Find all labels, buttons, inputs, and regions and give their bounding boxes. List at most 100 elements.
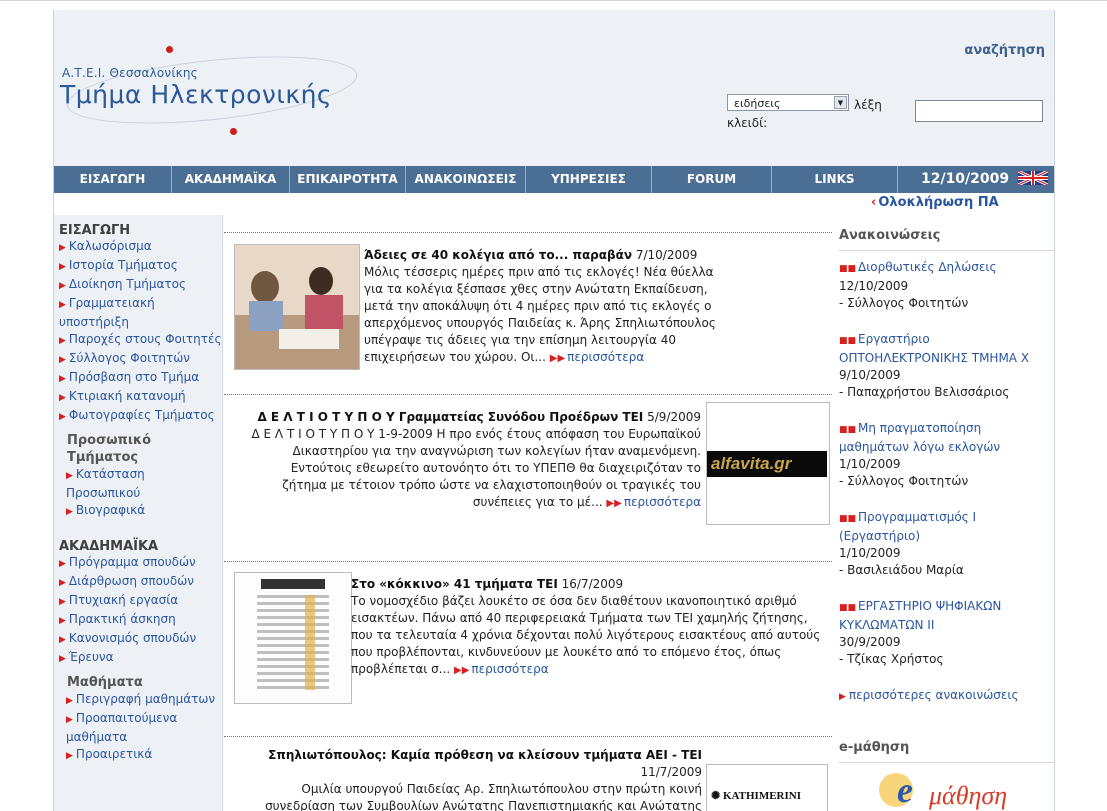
nav-item-forum[interactable]: FORUM (652, 166, 772, 193)
sidebar-link[interactable]: ▶ Διοίκηση Τμήματος (54, 276, 222, 295)
arrow-icon: ▶ (66, 751, 73, 761)
article: Άδειες σε 40 κολέγια από το... παραβάν 7… (364, 247, 716, 367)
announcement-date: 1/10/2009 (839, 546, 901, 560)
search-input[interactable] (915, 100, 1043, 122)
announcement-link[interactable]: ■■ Διορθωτικές Δηλώσεις (839, 260, 997, 274)
double-arrow-icon: ▶▶ (606, 498, 622, 509)
newspaper-table-icon (257, 579, 329, 690)
logo-dot-bottom (230, 128, 237, 135)
sidebar-link[interactable]: ▶ Έρευνα (54, 649, 222, 668)
sidebar-heading-academic: ΑΚΑΔΗΜΑΪΚΑ (59, 539, 159, 554)
arrow-icon: ▶ (59, 578, 66, 588)
elearning-banner[interactable]: e μάθηση (839, 763, 1054, 811)
sidebar-link[interactable]: ▶ Κατάσταση Προσωπικού (54, 466, 222, 502)
sidebar-link[interactable]: ▶ Ιστορία Τμήματος (54, 257, 222, 276)
article-body: Μόλις τέσσερις ημέρες πριν από τις εκλογ… (364, 265, 716, 364)
nav-item-announcements[interactable]: ΑΝΑΚΟΙΝΩΣΕΙΣ (406, 166, 526, 193)
bullet-icon: ■■ (839, 336, 857, 346)
sidebar-link[interactable]: ▶ Διάρθρωση σπουδών (54, 573, 222, 592)
logo-dot-top (166, 46, 173, 53)
ticker-arrow-icon: ‹ (871, 195, 877, 210)
announcement-author: - Βασιλειάδου Μαρία (839, 563, 964, 577)
sidebar-link[interactable]: ▶ Βιογραφικά (54, 502, 222, 521)
article-thumbnail[interactable]: alfavita.gr (706, 402, 830, 525)
page-frame: Α.Τ.Ε.Ι. Θεσσαλονίκης Τμήμα Ηλεκτρονικής… (53, 10, 1055, 811)
sidebar-link[interactable]: ▶ Φωτογραφίες Τμήματος (54, 407, 222, 426)
article-body: Το νομοσχέδιο βάζει λουκέτο σε όσα δεν δ… (351, 594, 821, 676)
sidebar-link[interactable]: ▶ Σύλλογος Φοιτητών (54, 350, 222, 369)
arrow-icon: ▶ (59, 262, 66, 272)
top-border (0, 0, 1107, 1)
more-announcements-link[interactable]: ▶ περισσότερες ανακοινώσεις (839, 687, 1054, 706)
article-title[interactable]: Στο «κόκκινο» 41 τμήματα ΤΕΙ (351, 577, 558, 591)
arrow-icon: ▶ (59, 559, 66, 569)
arrow-icon: ▶ (66, 471, 73, 481)
uk-flag-icon[interactable] (1018, 171, 1048, 185)
article-title[interactable]: Άδειες σε 40 κολέγια από το... παραβάν (364, 248, 632, 262)
logo-institution: Α.Τ.Ε.Ι. Θεσσαλονίκης (62, 66, 198, 80)
announcement-link[interactable]: ■■ Προγραμματισμός Ι (Εργαστήριο) (839, 510, 976, 543)
nav-item-links[interactable]: LINKS (772, 166, 898, 193)
article-date: 7/10/2009 (635, 248, 698, 262)
announcement-link[interactable]: ■■ Εργαστήριο ΟΠΤΟΗΛΕΚΤΡΟΝΙΚΗΣ ΤΜΗΜΑ Χ (839, 332, 1029, 365)
arrow-icon: ▶ (66, 715, 73, 725)
nav-item-intro[interactable]: ΕΙΣΑΓΩΓΗ (54, 166, 172, 193)
sidebar-link[interactable]: ▶ Παροχές στους Φοιτητές (54, 331, 222, 350)
double-arrow-icon: ▶▶ (549, 353, 566, 364)
search-category-select[interactable]: ειδήσεις ▼ (727, 94, 849, 111)
more-link[interactable]: ▶▶ περισσότερα (454, 662, 549, 676)
sidebar-link[interactable]: ▶ Προαπαιτούμενα μαθήματα (54, 710, 222, 746)
sidebar-link[interactable]: ▶ Πρόγραμμα σπουδών (54, 554, 222, 573)
sidebar-link[interactable]: ▶ Πρακτική άσκηση (54, 611, 222, 630)
article-thumbnail[interactable] (234, 244, 360, 370)
arrow-icon: ▶ (59, 412, 66, 422)
bullet-icon: ■■ (839, 514, 857, 524)
sidebar-link[interactable]: ▶ Πρόσβαση στο Τμήμα (54, 369, 222, 388)
arrow-icon: ▶ (59, 300, 66, 310)
sidebar-link[interactable]: ▶ Κανονισμός σπουδών (54, 630, 222, 649)
arrow-icon: ▶ (59, 597, 66, 607)
divider (224, 394, 832, 395)
more-link[interactable]: ▶▶ περισσότερα (550, 350, 645, 364)
arrow-icon: ▶ (59, 336, 66, 346)
more-link[interactable]: ▶▶ περισσότερα (606, 495, 701, 509)
nav-item-academic[interactable]: ΑΚΑΔΗΜΑΪΚΑ (172, 166, 290, 193)
sidebar-link[interactable]: ▶ Γραμματειακή υποστήριξη (54, 295, 222, 331)
announcement-link[interactable]: ■■ Μη πραγματοποίηση μαθημάτων λόγω εκλογ… (839, 421, 1000, 454)
divider (224, 736, 832, 737)
announcement-link[interactable]: ■■ ΕΡΓΑΣΤΗΡΙΟ ΨΗΦΙΑΚΩΝ ΚΥΚΛΩΜΑΤΩΝ ΙΙ (839, 599, 1001, 632)
elearning-logo-text: μάθηση (929, 781, 1008, 810)
divider (224, 232, 832, 233)
article-thumbnail[interactable]: ✺ KATHIMERINI (706, 764, 828, 811)
article-title[interactable]: Δ Ε Λ Τ Ι Ο Τ Υ Π Ο Υ Γραμματείας Συνόδο… (257, 410, 643, 424)
arrow-icon: ▶ (59, 355, 66, 365)
article-date: 11/7/2009 (640, 765, 702, 779)
nav-item-services[interactable]: ΥΠΗΡΕΣΙΕΣ (526, 166, 652, 193)
current-date: 12/10/2009 (920, 171, 1010, 187)
elearning-heading: e-μάθηση (839, 740, 1054, 763)
article: Δ Ε Λ Τ Ι Ο Τ Υ Π Ο Υ Γραμματείας Συνόδο… (249, 409, 702, 512)
sidebar-link[interactable]: ▶ Καλωσόρισμα (54, 238, 222, 257)
announcement-date: 9/10/2009 (839, 368, 901, 382)
article-thumbnail[interactable] (234, 572, 352, 704)
sidebar-heading-intro: ΕΙΣΑΓΩΓΗ (59, 223, 131, 238)
main-nav: ΕΙΣΑΓΩΓΗ ΑΚΑΔΗΜΑΪΚΑ ΕΠΙΚΑΙΡΟΤΗΤΑ ΑΝΑΚΟΙΝ… (54, 166, 1054, 193)
article: Στο «κόκκινο» 41 τμήματα ΤΕΙ 16/7/2009 Τ… (351, 576, 829, 679)
sidebar-link[interactable]: ▶ Πτυχιακή εργασία (54, 592, 222, 611)
bullet-icon: ■■ (839, 425, 857, 435)
article-date: 16/7/2009 (561, 577, 624, 591)
chevron-down-icon[interactable]: ▼ (834, 96, 847, 109)
announcement-item: ■■ ΕΡΓΑΣΤΗΡΙΟ ΨΗΦΙΑΚΩΝ ΚΥΚΛΩΜΑΤΩΝ ΙΙ 30/9… (839, 598, 1054, 668)
news-ticker[interactable]: ‹ Ολοκλήρωση ΠΑ (871, 195, 999, 210)
nav-item-news[interactable]: ΕΠΙΚΑΙΡΟΤΗΤΑ (290, 166, 406, 193)
arrow-icon: ▶ (59, 374, 66, 384)
sidebar-link[interactable]: ▶ Κτιριακή κατανομή (54, 388, 222, 407)
kathimerini-logo: ✺ KATHIMERINI (711, 790, 801, 802)
sidebar-link[interactable]: ▶ Περιγραφή μαθημάτων (54, 691, 222, 710)
article-title[interactable]: Σπηλιωτόπουλος: Καμία πρόθεση να κλείσου… (268, 748, 702, 762)
site-logo[interactable]: Α.Τ.Ε.Ι. Θεσσαλονίκης Τμήμα Ηλεκτρονικής (58, 40, 378, 140)
sidebar-link[interactable]: ▶ Προαιρετικά (54, 746, 222, 765)
divider (224, 561, 832, 562)
announcement-author: - Σύλλογος Φοιτητών (839, 296, 969, 310)
search-category-value: ειδήσεις (734, 97, 781, 110)
